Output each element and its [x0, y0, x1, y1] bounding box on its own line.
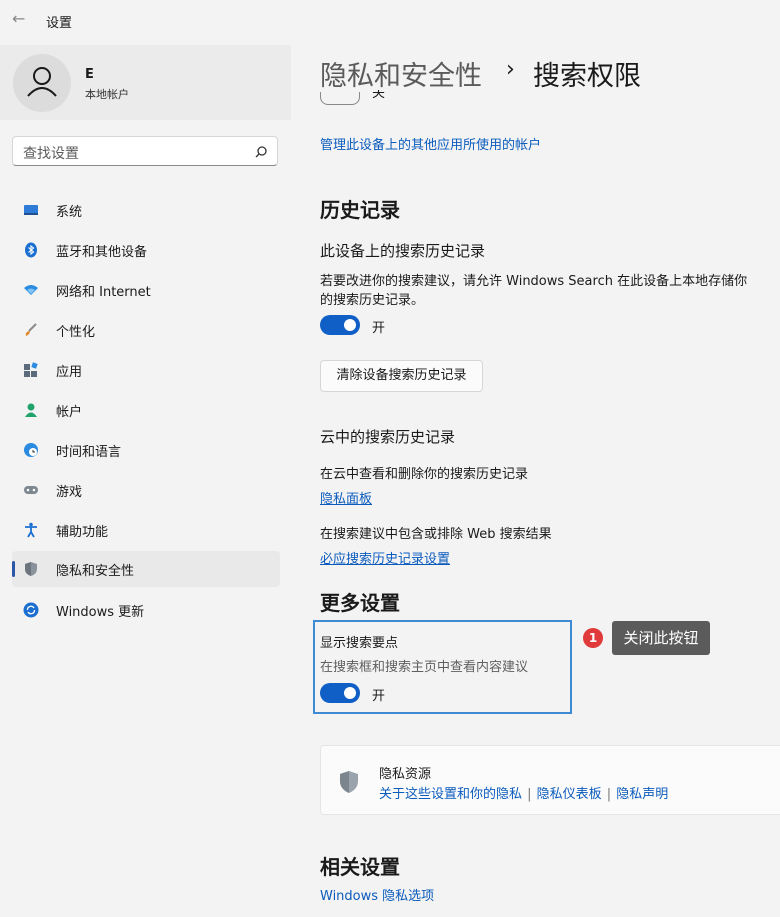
sidebar-item-time-language[interactable]: 时间和语言	[12, 432, 280, 468]
user-icon	[27, 67, 57, 97]
annotation-number-badge: 1	[583, 628, 603, 648]
shield-icon	[338, 770, 360, 798]
sidebar-item-accessibility[interactable]: 辅助功能	[12, 512, 280, 548]
device-history-desc-2: 的搜索历史记录。	[320, 293, 425, 308]
sidebar-item-accounts[interactable]: 帐户	[12, 392, 280, 428]
privacy-dashboard-link[interactable]: 隐私仪表板	[537, 787, 602, 802]
search-placeholder: 查找设置	[23, 146, 79, 162]
shield-icon	[25, 562, 37, 576]
more-settings-title: 更多设置	[320, 591, 400, 615]
sidebar-item-privacy-security[interactable]: 隐私和安全性	[12, 551, 280, 587]
link-divider: |	[606, 787, 612, 802]
partial-toggle[interactable]	[320, 92, 360, 105]
brush-icon	[25, 323, 37, 336]
search-highlights-toggle-label: 开	[372, 689, 386, 704]
window-title: 设置	[46, 16, 73, 31]
sidebar-item-label: 隐私和安全性	[56, 564, 135, 579]
back-icon[interactable]: ←	[12, 9, 25, 28]
related-settings-title: 相关设置	[320, 855, 400, 879]
device-history-desc: 若要改进你的搜索建议，请允许 Windows Search 在此设备上本地存储你	[320, 274, 748, 289]
device-history-toggle[interactable]	[320, 315, 360, 335]
sidebar-item-label: 游戏	[56, 485, 83, 500]
privacy-statement-link[interactable]: 隐私声明	[616, 787, 668, 802]
sidebar-item-system[interactable]: 系统	[12, 192, 280, 228]
account-icon	[25, 403, 37, 417]
page-title: 搜索权限	[533, 61, 641, 92]
sidebar-item-apps[interactable]: 应用	[12, 352, 280, 388]
apps-icon	[24, 362, 38, 377]
update-icon	[23, 602, 39, 618]
sidebar-item-label: 蓝牙和其他设备	[56, 245, 148, 260]
manage-accounts-link[interactable]: 管理此设备上的其他应用所使用的帐户	[320, 134, 541, 153]
clear-history-button[interactable]: 清除设备搜索历史记录	[320, 360, 483, 392]
account-type: 本地帐户	[85, 88, 129, 101]
cloud-history-title: 云中的搜索历史记录	[320, 428, 456, 446]
search-icon[interactable]	[254, 144, 268, 163]
sidebar-item-gaming[interactable]: 游戏	[12, 472, 280, 508]
sidebar-item-label: 应用	[56, 365, 83, 380]
privacy-resources-links: 关于这些设置和你的隐私 | 隐私仪表板 | 隐私声明	[379, 783, 668, 802]
avatar	[13, 54, 71, 112]
sidebar-item-label: 个性化	[56, 325, 96, 340]
bing-history-link[interactable]: 必应搜索历史记录设置	[320, 548, 450, 567]
account-name: E	[85, 67, 94, 82]
search-highlights-title: 显示搜索要点	[320, 636, 399, 651]
device-history-title: 此设备上的搜索历史记录	[320, 242, 486, 260]
globe-clock-icon	[24, 443, 38, 457]
system-icon	[24, 205, 38, 215]
annotation-callout: 关闭此按钮	[612, 621, 710, 655]
history-section-title: 历史记录	[320, 198, 400, 222]
windows-privacy-options-link[interactable]: Windows 隐私选项	[320, 885, 434, 904]
sidebar-item-label: 系统	[56, 205, 83, 220]
cloud-history-desc: 在云中查看和删除你的搜索历史记录	[320, 467, 529, 482]
sidebar-item-personalization[interactable]: 个性化	[12, 312, 280, 348]
privacy-settings-link[interactable]: 关于这些设置和你的隐私	[379, 787, 522, 802]
breadcrumb-parent[interactable]: 隐私和安全性	[320, 54, 482, 93]
sidebar-item-label: 帐户	[56, 405, 83, 420]
web-results-desc: 在搜索建议中包含或排除 Web 搜索结果	[320, 527, 552, 542]
breadcrumb-separator: ›	[506, 57, 515, 82]
sidebar-item-label: Windows 更新	[56, 605, 145, 620]
privacy-resources-title: 隐私资源	[379, 767, 432, 782]
bluetooth-icon	[25, 242, 37, 258]
gamepad-icon	[24, 486, 38, 494]
privacy-dashboard-link[interactable]: 隐私面板	[320, 488, 372, 507]
sidebar-item-windows-update[interactable]: Windows 更新	[12, 592, 280, 628]
active-indicator	[12, 561, 15, 577]
sidebar-item-network[interactable]: 网络和 Internet	[12, 272, 280, 308]
accessibility-icon	[25, 522, 37, 538]
sidebar-item-label: 辅助功能	[56, 525, 109, 540]
wifi-icon	[24, 285, 38, 295]
sidebar-item-label: 网络和 Internet	[56, 285, 151, 300]
partial-toggle-label: 关	[372, 90, 386, 101]
sidebar-item-label: 时间和语言	[56, 445, 122, 460]
link-divider: |	[527, 787, 532, 802]
device-history-toggle-label: 开	[372, 321, 386, 336]
search-highlights-toggle[interactable]	[320, 683, 360, 703]
sidebar-item-bluetooth[interactable]: 蓝牙和其他设备	[12, 232, 280, 268]
search-highlights-desc: 在搜索框和搜索主页中查看内容建议	[320, 660, 529, 675]
